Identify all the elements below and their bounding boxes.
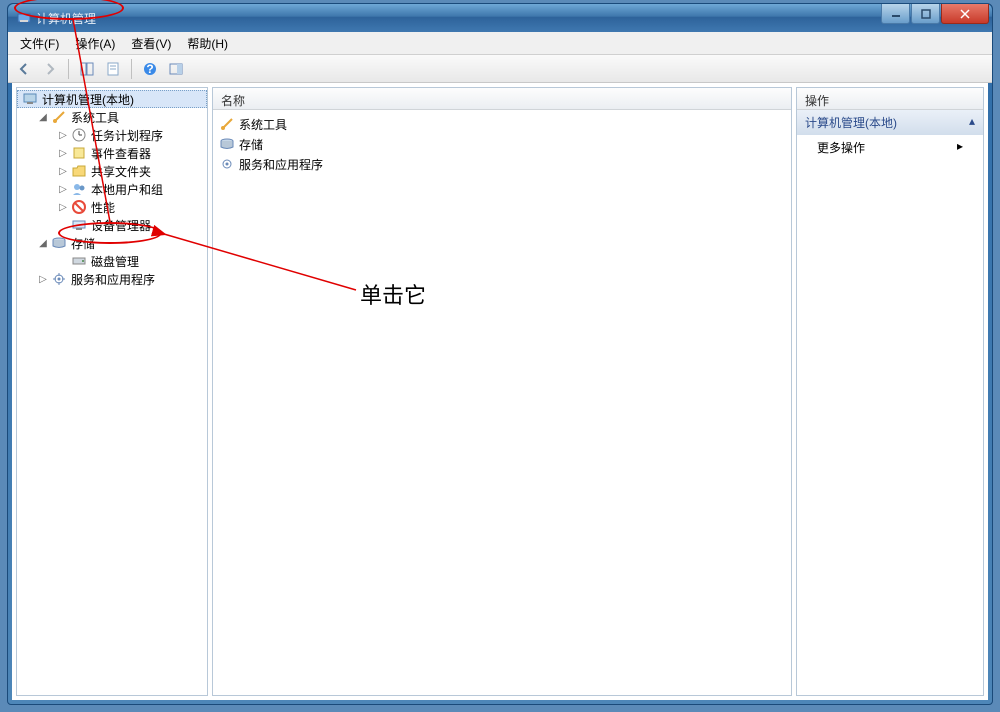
titlebar[interactable]: 计算机管理 — [8, 4, 992, 32]
expander-expand-icon[interactable]: ▷ — [37, 273, 49, 285]
tree-task-scheduler[interactable]: ▷ 任务计划程序 — [17, 126, 207, 144]
show-hide-tree-button[interactable] — [75, 57, 99, 81]
list-item-label: 系统工具 — [239, 116, 287, 133]
tree-label: 设备管理器 — [91, 217, 151, 234]
tree-label: 事件查看器 — [91, 145, 151, 162]
tree-label: 计算机管理(本地) — [42, 91, 134, 108]
expander-expand-icon[interactable]: ▷ — [57, 201, 69, 213]
device-icon — [71, 217, 87, 233]
properties-button[interactable] — [101, 57, 125, 81]
list-item[interactable]: 服务和应用程序 — [213, 154, 791, 174]
action-pane-button[interactable] — [164, 57, 188, 81]
tree-services-apps[interactable]: ▷ 服务和应用程序 — [17, 270, 207, 288]
list-body: 系统工具 存储 服务和应用程序 — [213, 110, 791, 178]
tree-label: 服务和应用程序 — [71, 271, 155, 288]
list-item[interactable]: 存储 — [213, 134, 791, 154]
actions-header: 操作 — [797, 88, 983, 110]
services-icon — [51, 271, 67, 287]
actions-group[interactable]: 计算机管理(本地) ▴ — [797, 110, 983, 135]
expander-blank — [57, 219, 69, 231]
tree-performance[interactable]: ▷ 性能 — [17, 198, 207, 216]
tools-icon — [219, 116, 235, 132]
menubar: 文件(F) 操作(A) 查看(V) 帮助(H) — [8, 32, 992, 55]
storage-icon — [219, 136, 235, 152]
actions-group-label: 计算机管理(本地) — [805, 114, 897, 131]
tree-body: 计算机管理(本地) ◢ 系统工具 ▷ 任务计划程序 ▷ 事件查看器 — [17, 88, 207, 290]
minimize-button[interactable] — [881, 4, 910, 24]
menu-action[interactable]: 操作(A) — [67, 32, 123, 55]
actions-more[interactable]: 更多操作 ▸ — [797, 135, 983, 160]
folder-share-icon — [71, 163, 87, 179]
tree-label: 任务计划程序 — [91, 127, 163, 144]
list-item-label: 存储 — [239, 136, 263, 153]
submenu-icon: ▸ — [957, 139, 963, 156]
forward-button[interactable] — [38, 57, 62, 81]
list-panel: 名称 系统工具 存储 服务和应用程序 — [212, 87, 792, 696]
tree-shared-folders[interactable]: ▷ 共享文件夹 — [17, 162, 207, 180]
tree-root[interactable]: 计算机管理(本地) — [17, 90, 207, 108]
tree-event-viewer[interactable]: ▷ 事件查看器 — [17, 144, 207, 162]
list-column-header[interactable]: 名称 — [213, 88, 791, 110]
collapse-icon: ▴ — [969, 114, 975, 131]
menu-file[interactable]: 文件(F) — [12, 32, 67, 55]
content-area: 计算机管理(本地) ◢ 系统工具 ▷ 任务计划程序 ▷ 事件查看器 — [12, 83, 988, 700]
expander-expand-icon[interactable]: ▷ — [57, 183, 69, 195]
menu-help[interactable]: 帮助(H) — [179, 32, 236, 55]
services-icon — [219, 156, 235, 172]
expander-expand-icon[interactable]: ▷ — [57, 129, 69, 141]
computer-icon — [22, 91, 38, 107]
svg-text:?: ? — [146, 62, 153, 76]
tree-disk-management[interactable]: 磁盘管理 — [17, 252, 207, 270]
menu-view[interactable]: 查看(V) — [123, 32, 179, 55]
close-button[interactable] — [941, 4, 989, 24]
performance-icon — [71, 199, 87, 215]
list-item[interactable]: 系统工具 — [213, 114, 791, 134]
actions-panel: 操作 计算机管理(本地) ▴ 更多操作 ▸ — [796, 87, 984, 696]
help-button[interactable]: ? — [138, 57, 162, 81]
maximize-button[interactable] — [911, 4, 940, 24]
tree-label: 性能 — [91, 199, 115, 216]
tree-system-tools[interactable]: ◢ 系统工具 — [17, 108, 207, 126]
app-icon — [16, 10, 32, 26]
toolbar-separator — [131, 59, 132, 79]
back-button[interactable] — [12, 57, 36, 81]
tools-icon — [51, 109, 67, 125]
disk-icon — [71, 253, 87, 269]
window-frame: 计算机管理 文件(F) 操作(A) 查看(V) 帮助(H) ? 计算机管理(本地… — [7, 3, 993, 705]
event-icon — [71, 145, 87, 161]
tree-local-users[interactable]: ▷ 本地用户和组 — [17, 180, 207, 198]
clock-icon — [71, 127, 87, 143]
expander-collapse-icon[interactable]: ◢ — [37, 111, 49, 123]
tree-panel: 计算机管理(本地) ◢ 系统工具 ▷ 任务计划程序 ▷ 事件查看器 — [16, 87, 208, 696]
tree-device-manager[interactable]: 设备管理器 — [17, 216, 207, 234]
toolbar-separator — [68, 59, 69, 79]
expander-collapse-icon[interactable]: ◢ — [37, 237, 49, 249]
tree-label: 存储 — [71, 235, 95, 252]
tree-label: 共享文件夹 — [91, 163, 151, 180]
tree-label: 系统工具 — [71, 109, 119, 126]
window-title: 计算机管理 — [36, 10, 96, 27]
expander-blank — [57, 255, 69, 267]
tree-label: 磁盘管理 — [91, 253, 139, 270]
list-item-label: 服务和应用程序 — [239, 156, 323, 173]
users-icon — [71, 181, 87, 197]
tree-label: 本地用户和组 — [91, 181, 163, 198]
tree-storage[interactable]: ◢ 存储 — [17, 234, 207, 252]
actions-more-label: 更多操作 — [817, 139, 865, 156]
storage-icon — [51, 235, 67, 251]
window-controls — [880, 4, 989, 24]
toolbar: ? — [8, 55, 992, 83]
actions-body: 计算机管理(本地) ▴ 更多操作 ▸ — [797, 110, 983, 160]
expander-expand-icon[interactable]: ▷ — [57, 147, 69, 159]
expander-expand-icon[interactable]: ▷ — [57, 165, 69, 177]
